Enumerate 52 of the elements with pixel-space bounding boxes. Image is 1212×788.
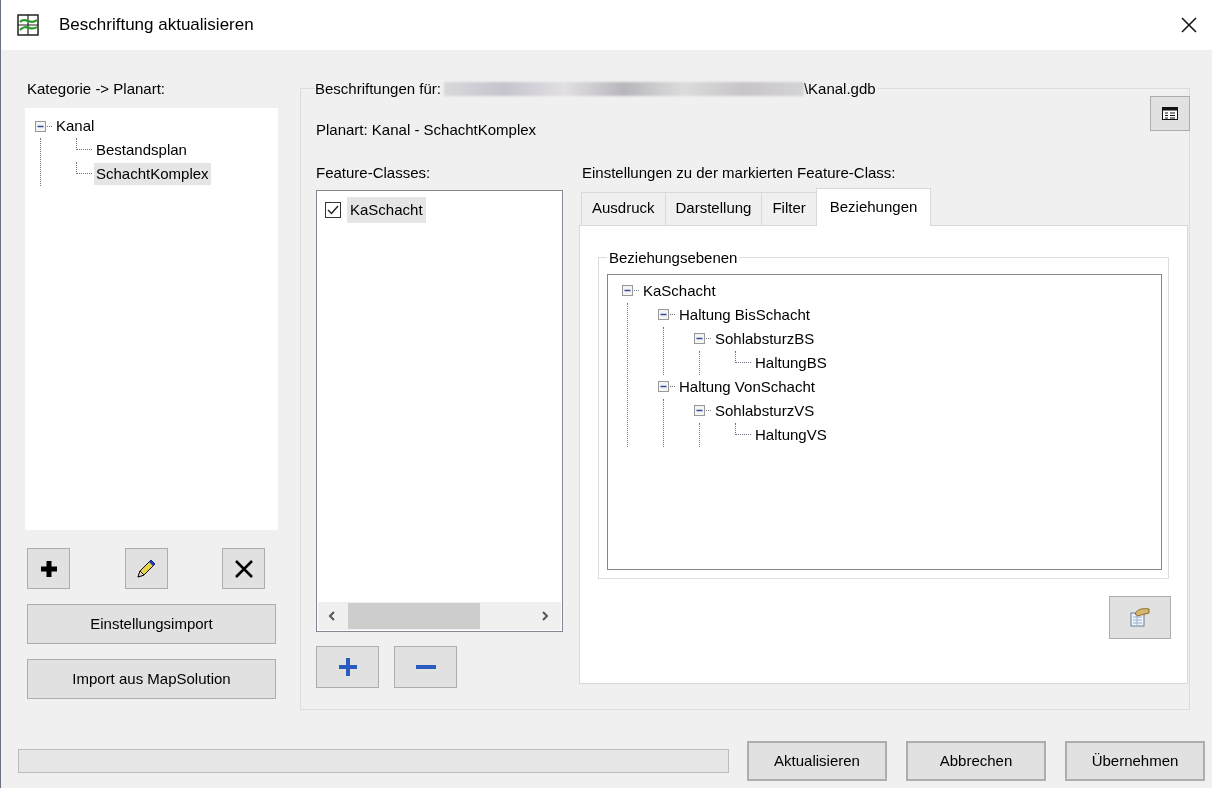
tree-item[interactable]: Kanal — [54, 115, 97, 137]
delete-icon — [232, 557, 255, 580]
pencil-icon — [135, 557, 157, 580]
feature-class-item[interactable]: KaSchacht — [347, 196, 426, 223]
tab[interactable]: Beziehungen — [815, 187, 932, 226]
dialog-button[interactable]: Aktualisieren — [747, 741, 887, 781]
collapse-icon[interactable] — [694, 333, 705, 344]
dialog-button[interactable]: Übernehmen — [1065, 741, 1205, 781]
edit-button[interactable] — [124, 548, 168, 589]
window-title: Beschriftung aktualisieren — [59, 14, 254, 37]
scrollbar-thumb[interactable] — [348, 602, 480, 629]
feature-classes-label: Feature-Classes: — [316, 162, 432, 182]
tab[interactable]: Ausdruck — [581, 191, 666, 225]
tree-item[interactable]: SohlabsturzBS — [713, 327, 817, 350]
tree-item[interactable]: Bestandsplan — [94, 139, 189, 161]
remove-feature-class-button[interactable] — [394, 645, 457, 688]
group-legend: Beschriftungen für: — [315, 78, 441, 101]
tree-item[interactable]: SchachtKomplex — [94, 163, 211, 185]
minus-icon — [414, 663, 437, 670]
collapse-icon[interactable] — [35, 120, 46, 132]
delete-button[interactable] — [222, 548, 265, 589]
app-icon — [17, 14, 39, 36]
plus-icon — [336, 655, 359, 678]
import-button[interactable]: Einstellungsimport — [27, 604, 276, 644]
category-label: Kategorie -> Planart: — [27, 79, 166, 98]
feature-class-list[interactable]: KaSchacht — [316, 189, 563, 632]
horizontal-scrollbar[interactable] — [318, 601, 561, 630]
plus-icon — [39, 559, 58, 578]
path-text: \Kanal.gdb — [803, 79, 876, 99]
checkbox[interactable] — [325, 201, 341, 218]
hand-on-sheet-icon — [1129, 606, 1151, 628]
category-tree[interactable]: Kanal Bestandsplan SchachtKomplex — [25, 108, 278, 530]
add-button[interactable] — [27, 548, 70, 589]
tree-item[interactable]: Haltung BisSchacht — [677, 303, 812, 326]
collapse-icon[interactable] — [658, 381, 669, 392]
dialog-button[interactable]: Abbrechen — [906, 741, 1046, 781]
import-button[interactable]: Import aus MapSolution — [27, 659, 276, 699]
collapse-icon[interactable] — [694, 405, 705, 416]
tree-item[interactable]: HaltungVS — [753, 423, 829, 446]
close-icon[interactable] — [1180, 16, 1198, 34]
table-icon — [1162, 107, 1178, 120]
collapse-icon[interactable] — [658, 309, 669, 320]
relations-tree[interactable]: KaSchacht Haltung BisSchacht SohlabsturzBS HaltungBS Haltung VonSchacht SohlabsturzVS HaltungVS — [607, 273, 1162, 570]
tree-item[interactable]: SohlabsturzVS — [713, 399, 817, 422]
collapse-icon[interactable] — [622, 285, 633, 296]
plan-type-text: Planart: Kanal - SchachtKomplex — [316, 120, 537, 140]
settings-label: Einstellungen zu der markierten Feature-Class: — [582, 162, 897, 182]
add-feature-class-button[interactable] — [316, 645, 379, 688]
tree-item[interactable]: HaltungBS — [753, 351, 829, 374]
table-view-button[interactable] — [1150, 96, 1190, 131]
tree-item[interactable]: KaSchacht — [641, 279, 718, 302]
tree-item[interactable]: Haltung VonSchacht — [677, 375, 817, 398]
